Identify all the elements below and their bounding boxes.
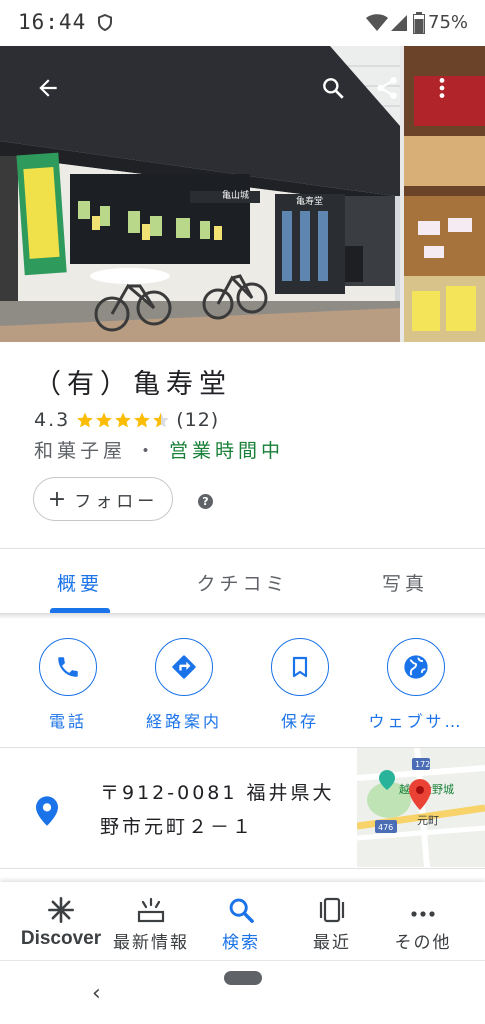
shop-sign-text-1: 亀山城	[222, 189, 249, 201]
save-button[interactable]: 保存	[245, 638, 355, 738]
address-line-1: 〒912-0081 福井県大	[100, 782, 335, 804]
bottom-navigation: Discover 最新情報 検索 最近 その他	[0, 882, 485, 960]
rating-row[interactable]: 4.3 (12)	[34, 407, 219, 433]
tab-photos[interactable]: 写真	[325, 550, 485, 614]
back-button[interactable]	[28, 68, 68, 108]
map-area-label: 元町	[417, 814, 439, 827]
nav-more-label: その他	[394, 933, 452, 953]
tab-bar: 概要 クチコミ 写真	[0, 550, 485, 614]
divider	[0, 548, 485, 549]
website-button[interactable]: ウェブサ…	[361, 638, 471, 738]
divider	[0, 868, 485, 869]
nav-updates[interactable]: 最新情報	[106, 882, 196, 960]
half-star-icon	[153, 412, 170, 428]
road-number-172: 172	[415, 760, 430, 769]
bookmark-icon	[292, 656, 308, 678]
call-button[interactable]: 電話	[13, 638, 123, 738]
overflow-menu-button[interactable]	[422, 68, 462, 108]
star-icon	[96, 412, 113, 428]
location-pin-icon	[36, 796, 58, 826]
tab-shadow	[0, 613, 485, 619]
directions-label: 経路案内	[145, 712, 222, 731]
separator: ・	[136, 440, 160, 462]
star-icon	[115, 412, 132, 428]
home-pill[interactable]	[224, 971, 262, 985]
place-title: （有）亀寿堂	[34, 369, 232, 400]
plus-icon: +	[47, 486, 67, 512]
search-icon	[229, 898, 254, 923]
tab-reviews[interactable]: クチコミ	[160, 550, 325, 614]
updates-icon	[137, 897, 165, 923]
call-label: 電話	[48, 712, 87, 731]
nav-recent-label: 最近	[313, 933, 351, 953]
nav-updates-label: 最新情報	[113, 933, 189, 953]
search-button[interactable]	[313, 68, 353, 108]
globe-icon	[404, 655, 428, 679]
star-icon	[77, 412, 94, 428]
photo-carousel[interactable]: 亀山城 亀寿堂	[0, 46, 485, 342]
nav-search[interactable]: 検索	[198, 882, 284, 960]
status-bar: 16:44 75%	[0, 0, 485, 46]
system-back-icon[interactable]: ‹	[92, 981, 101, 1006]
directions-button[interactable]: 経路案内	[129, 638, 239, 738]
wifi-icon	[366, 14, 388, 31]
arrow-back-icon	[39, 79, 57, 97]
shield-icon	[98, 14, 112, 31]
shop-sign-text-2: 亀寿堂	[296, 195, 323, 207]
address-line-2: 野市元町２－１	[100, 816, 255, 838]
discover-icon	[48, 897, 74, 923]
status-time: 16:44	[18, 10, 87, 34]
system-navigation-bar: ‹	[0, 960, 485, 1024]
map-thumbnail[interactable]: 172 476 越前大野城 元町	[357, 748, 485, 867]
map-illustration: 172 476 越前大野城 元町	[357, 748, 485, 867]
website-label: ウェブサ…	[368, 712, 464, 731]
address-text[interactable]: 〒912-0081 福井県大 野市元町２－１	[100, 776, 340, 844]
more-horiz-icon	[411, 911, 435, 917]
phone-icon	[58, 657, 78, 677]
nav-search-label: 検索	[222, 933, 260, 953]
cellular-icon	[391, 15, 407, 31]
nav-recent[interactable]: 最近	[290, 882, 374, 960]
open-status[interactable]: 営業時間中	[169, 440, 284, 462]
battery-percent: 75%	[428, 12, 469, 33]
share-button[interactable]	[367, 68, 407, 108]
category-label: 和菓子屋	[34, 440, 127, 462]
battery-icon	[413, 12, 425, 34]
search-icon	[323, 78, 344, 99]
nav-discover[interactable]: Discover	[14, 882, 108, 960]
star-icon	[134, 412, 151, 428]
rating-value: 4.3	[34, 409, 71, 431]
follow-button[interactable]: + フォロー	[33, 477, 173, 521]
help-icon[interactable]: ?	[198, 494, 213, 509]
save-label: 保存	[280, 712, 319, 731]
recent-icon	[319, 897, 345, 923]
share-icon	[377, 77, 397, 99]
category-row: 和菓子屋・営業時間中	[34, 436, 284, 463]
tab-overview[interactable]: 概要	[0, 550, 160, 614]
directions-icon	[172, 655, 196, 679]
more-vert-icon	[439, 78, 445, 98]
nav-discover-label: Discover	[20, 928, 102, 949]
nav-more[interactable]: その他	[380, 882, 466, 960]
follow-label: フォロー	[74, 491, 159, 512]
review-count: (12)	[176, 409, 220, 431]
road-number-476: 476	[378, 823, 393, 832]
star-rating	[76, 411, 170, 429]
